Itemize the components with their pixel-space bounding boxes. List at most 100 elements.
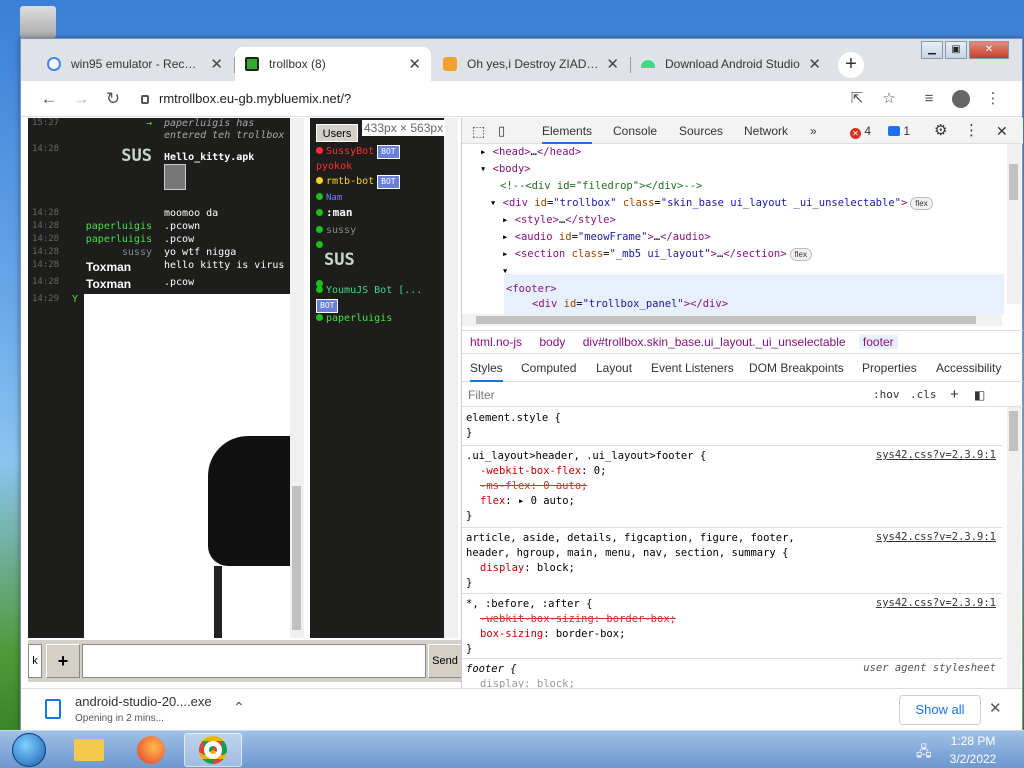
chat-input-prefix[interactable]: k [28, 644, 42, 678]
clock-time: 1:28 PM [950, 734, 996, 748]
tab-android-studio[interactable]: Download Android Studio ✕ [631, 47, 831, 81]
breadcrumb: html.no-js body div#trollbox.skin_base.u… [462, 330, 1023, 354]
breadcrumb-item[interactable]: footer [858, 335, 898, 349]
more-tabs-icon[interactable]: » [810, 118, 817, 144]
forward-icon[interactable]: → [69, 87, 93, 111]
tab-properties[interactable]: Properties [862, 354, 917, 382]
tab-dom-breakpoints[interactable]: DOM Breakpoints [749, 354, 844, 382]
tab-sources[interactable]: Sources [679, 118, 723, 144]
google-icon [47, 57, 61, 71]
messages-badge[interactable]: 1 [888, 118, 910, 144]
download-filename[interactable]: android-studio-20....exe [75, 694, 212, 709]
menu-icon[interactable]: ⋮ [981, 87, 1005, 111]
settings-gear-icon[interactable]: ⚙ [934, 118, 947, 144]
start-button[interactable] [0, 733, 58, 767]
tab-title: Oh yes,i Destroy ZIAD,yes [467, 57, 599, 71]
user-row[interactable]: SussyBot BOT [310, 144, 444, 159]
tab-layout[interactable]: Layout [596, 354, 632, 382]
user-row[interactable]: SUS [310, 252, 444, 277]
tab-google[interactable]: win95 emulator - Recherche Google ✕ [37, 47, 233, 81]
show-all-button[interactable]: Show all [899, 695, 981, 725]
user-row[interactable]: paperluigis [310, 311, 444, 326]
stylesheet-link[interactable]: sys42.css?v=2.3.9:1 [876, 531, 996, 543]
file-icon[interactable] [164, 164, 186, 190]
bookmark-star-icon[interactable]: ☆ [877, 87, 901, 111]
chat-input[interactable] [82, 644, 426, 678]
send-button[interactable]: Send [428, 644, 462, 678]
media-icon[interactable]: ≡ [917, 87, 941, 111]
stylesheet-link[interactable]: sys42.css?v=2.3.9:1 [876, 597, 996, 609]
clock[interactable]: 1:28 PM 3/2/2022 [948, 734, 998, 766]
chat-scrollbar[interactable] [290, 118, 304, 638]
styles-scrollbar[interactable] [1007, 407, 1021, 688]
device-toolbar-icon[interactable]: ▯ [498, 118, 505, 144]
status-dot [316, 286, 323, 293]
desktop-recycle-bin-icon[interactable] [20, 6, 56, 38]
new-tab-button[interactable]: + [838, 52, 864, 78]
breadcrumb-item[interactable]: body [539, 335, 565, 349]
profile-icon[interactable] [949, 87, 973, 111]
tab-title: trollbox (8) [269, 57, 326, 71]
close-icon[interactable]: ✕ [606, 55, 619, 73]
close-icon[interactable]: ✕ [408, 55, 421, 73]
bitcoin-icon [443, 57, 457, 71]
add-rule-icon[interactable]: + [950, 383, 959, 407]
styles-tabs: Styles Computed Layout Event Listeners D… [462, 354, 1023, 382]
filter-input[interactable]: Filter [468, 388, 495, 402]
users-panel: Users SussyBot BOT pyokok rmtb-bot BOT Nam… [310, 118, 444, 638]
tab-console[interactable]: Console [613, 118, 657, 144]
explorer-button[interactable] [60, 733, 118, 767]
network-icon[interactable]: 🖧 [916, 741, 932, 765]
close-icon[interactable]: ✕ [210, 55, 223, 73]
status-dot [316, 241, 323, 248]
stylesheet-link[interactable]: sys42.css?v=2.3.9:1 [876, 449, 996, 461]
errors-badge[interactable]: ✕ 4 [850, 118, 871, 144]
toggle-sidebar-icon[interactable]: ◧ [974, 383, 985, 407]
dom-horizontal-scrollbar[interactable] [462, 314, 1002, 326]
cow-leg [214, 566, 222, 638]
user-row[interactable]: rmtb-bot BOT [310, 174, 444, 190]
users-scrollbar[interactable] [444, 118, 458, 638]
user-row[interactable]: YoumuJS Bot [... BOT [310, 283, 444, 313]
close-download-bar-icon[interactable]: ✕ [989, 699, 1002, 717]
maximize-button[interactable]: ▣ [945, 41, 967, 59]
tab-elements[interactable]: Elements [542, 118, 593, 144]
ua-stylesheet-label: user agent stylesheet [863, 662, 996, 674]
breadcrumb-item[interactable]: html.no-js [470, 335, 522, 349]
breadcrumb-item[interactable]: div#trollbox.skin_base.ui_layout._ui_uns… [583, 335, 846, 349]
minimize-button[interactable]: ▁ [921, 41, 943, 59]
tab-accessibility[interactable]: Accessibility [936, 354, 1001, 382]
status-dot [316, 147, 323, 154]
element-dimensions-tooltip: 433px × 563px [362, 120, 446, 136]
chevron-up-icon[interactable]: ⌃ [233, 699, 245, 716]
lock-icon [141, 95, 149, 104]
tab-styles[interactable]: Styles [470, 354, 503, 382]
address-bar[interactable]: rmtrollbox.eu-gb.mybluemix.net/? [141, 87, 461, 111]
close-devtools-icon[interactable]: ✕ [996, 118, 1008, 144]
reload-icon[interactable]: ↻ [101, 87, 125, 111]
add-button[interactable]: + [46, 644, 80, 678]
hov-toggle[interactable]: :hov [873, 383, 900, 407]
tab-event-listeners[interactable]: Event Listeners [651, 354, 734, 382]
user-row[interactable]: sussy [310, 223, 444, 238]
chrome-button[interactable] [184, 733, 242, 767]
user-row[interactable]: pyokok [310, 159, 444, 174]
firefox-button[interactable] [122, 733, 180, 767]
page-content: 15:27 → paperluigis has entered teh trol… [28, 118, 1023, 688]
tab-destroy[interactable]: Oh yes,i Destroy ZIAD,yes ✕ [433, 47, 629, 81]
inspect-icon[interactable]: ⬚ [472, 118, 485, 144]
cls-toggle[interactable]: .cls [910, 383, 937, 407]
dom-scrollbar[interactable] [1007, 144, 1021, 304]
tab-computed[interactable]: Computed [521, 354, 576, 382]
more-options-icon[interactable]: ⋮ [964, 118, 979, 144]
windows-logo-icon [12, 733, 46, 767]
close-icon[interactable]: ✕ [808, 55, 821, 73]
back-icon[interactable]: ← [37, 87, 61, 111]
share-icon[interactable]: ⇱ [845, 87, 869, 111]
window-close-button[interactable]: ✕ [969, 41, 1009, 59]
tab-network[interactable]: Network [744, 118, 788, 144]
tab-trollbox[interactable]: trollbox (8) ✕ [235, 47, 431, 81]
status-dot [316, 209, 323, 216]
user-row[interactable]: :man [310, 205, 444, 223]
user-row[interactable]: Nam [310, 190, 444, 205]
